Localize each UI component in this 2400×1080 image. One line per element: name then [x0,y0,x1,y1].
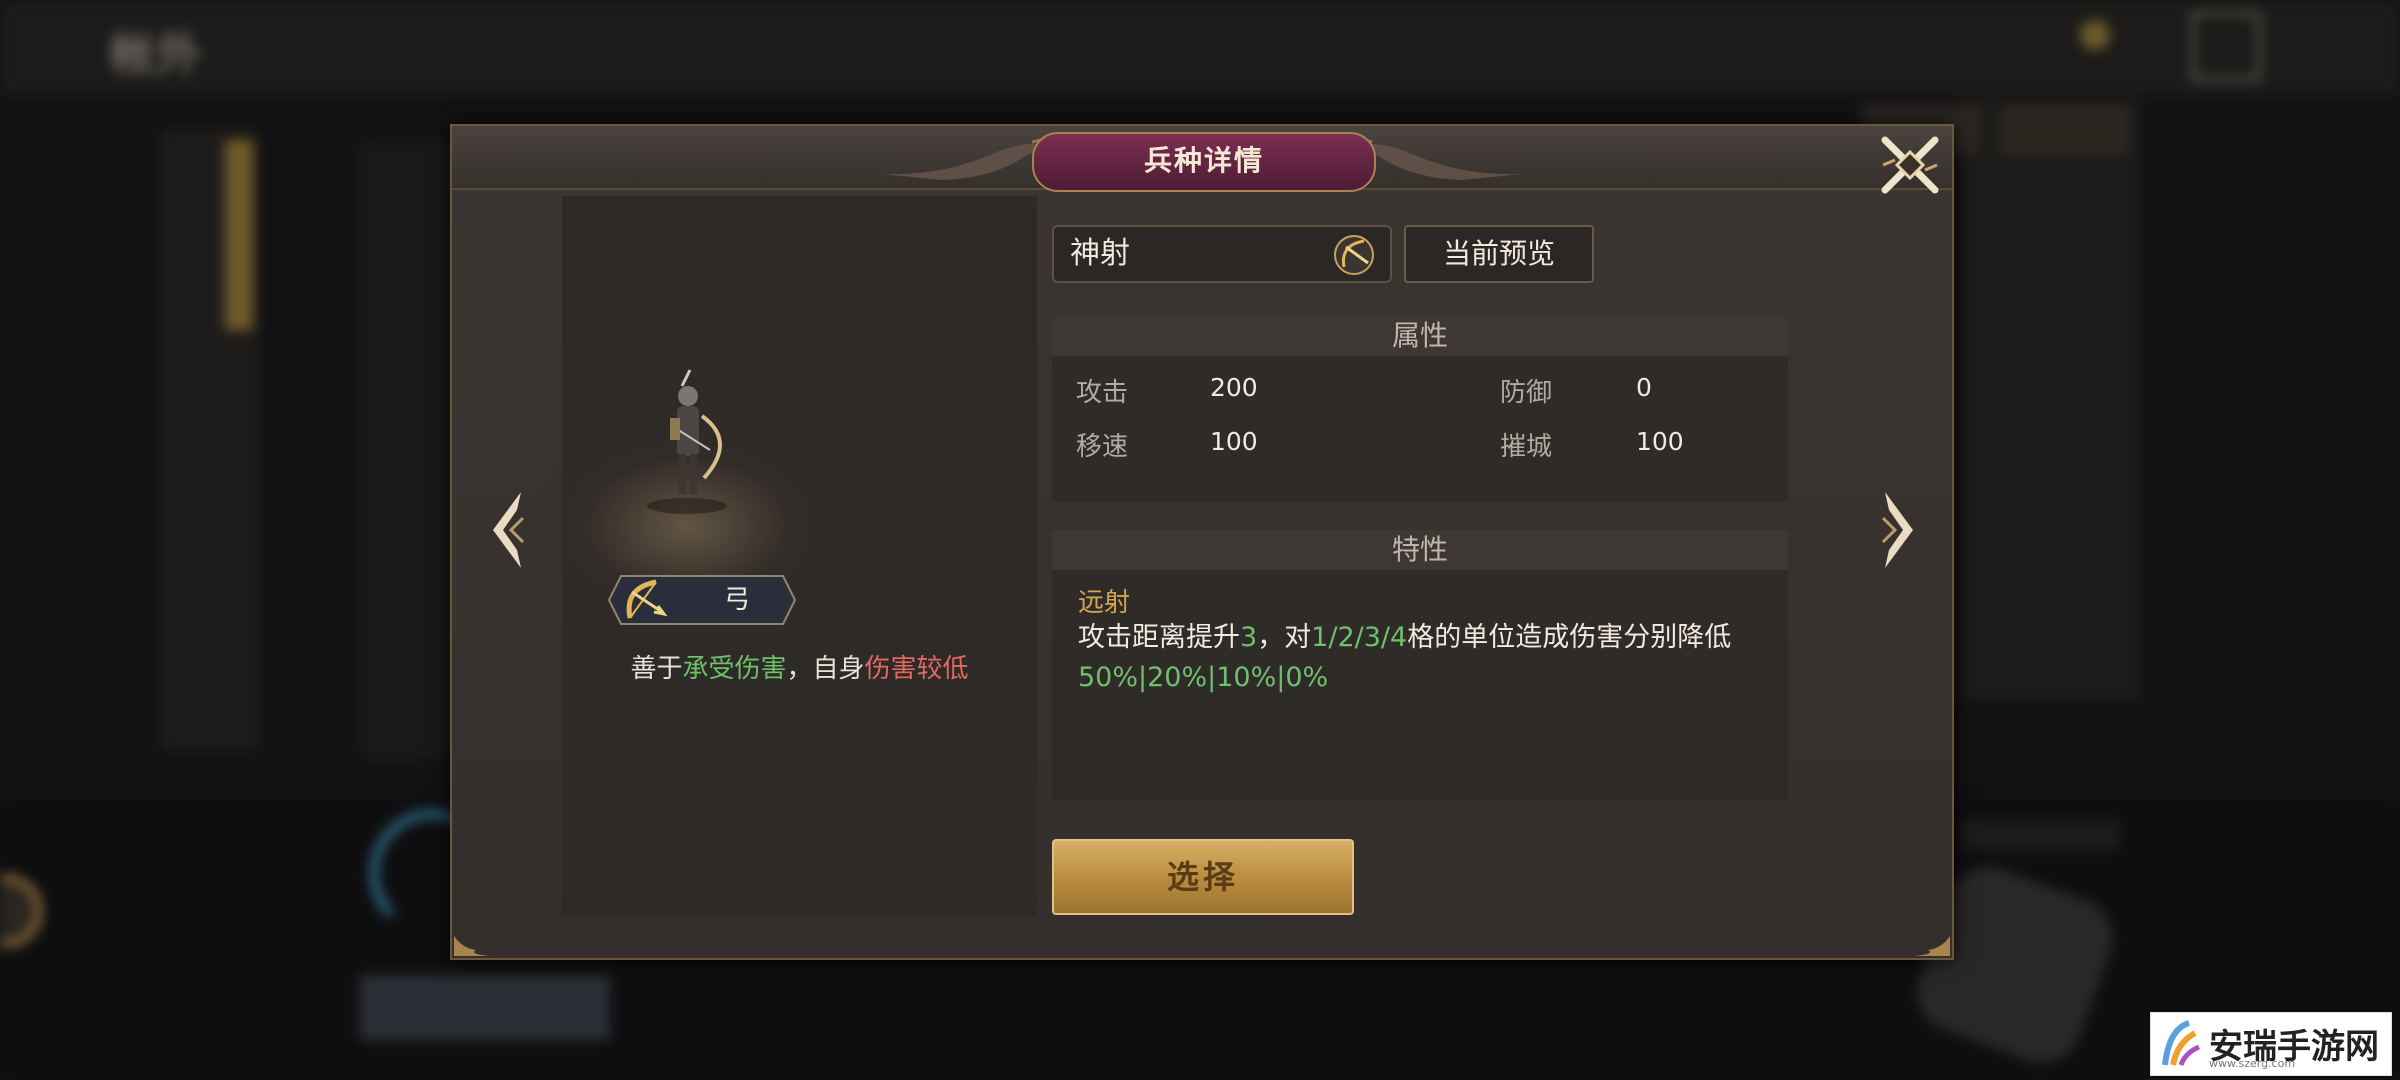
bow-icon [1334,235,1374,275]
watermark-logo [2162,1020,2201,1066]
trait-name: 远射 [1078,588,1131,618]
stat-value: 100 [1636,427,1684,456]
bg-button [360,975,610,1040]
close-icon[interactable] [1875,130,1945,200]
stat-value: 0 [1636,373,1652,402]
bg-tag [1960,820,2120,850]
stat-label: 移速 [1076,432,1129,462]
desc-prefix: 善于 [630,654,683,684]
bg-title: 帐外 [110,27,202,81]
trait-reduction-values: 50%|20%|10%|0% [1078,662,1329,693]
watermark: 安瑞手游网 www.szerg.com [2150,1012,2392,1076]
current-preview-button[interactable]: 当前预览 [1404,225,1594,283]
bg-top-bar [0,0,2400,95]
trait-desc-text: 攻击距离提升 [1078,622,1240,653]
unit-name-box: 神射 [1052,225,1392,283]
desc-middle: ，自身 [786,654,865,684]
bg-pill [2000,105,2130,155]
modal-title: 兵种详情 [1032,132,1376,192]
desc-strength: 承受伤害 [682,654,787,684]
trait-desc-text: 格的单位造成伤害分别降低 [1407,622,1732,653]
bg-right-panel [1960,100,2140,700]
trait-desc-text: ，对 [1257,622,1312,653]
unit-name: 神射 [1070,236,1130,271]
desc-weakness: 伤害较低 [864,654,969,684]
corner-ornament [454,936,490,956]
bow-icon [626,579,668,619]
attributes-heading: 属性 [1052,316,1788,356]
traits-heading: 特性 [1052,530,1788,570]
bg-close-icon [2190,10,2262,82]
stat-value: 200 [1210,373,1258,402]
bg-coin-icon [2080,20,2110,50]
unit-details-modal: 兵种详情 弓 善于承受伤害，自身伤害较低 神射 当前预览 属性 攻击 200 防… [450,124,1954,960]
stat-value: 100 [1210,427,1258,456]
arrow-left-icon[interactable] [487,488,527,572]
trait-range-value: 3 [1240,622,1258,653]
unit-type-label: 弓 [723,585,750,615]
trait-description: 攻击距离提升3，对1/2/3/4格的单位造成伤害分别降低 50%|20%|10%… [1078,618,1778,698]
stat-label: 防御 [1500,378,1553,408]
traits-section: 特性 远射 攻击距离提升3，对1/2/3/4格的单位造成伤害分别降低 50%|2… [1052,530,1788,800]
watermark-url: www.szerg.com [2209,1057,2296,1070]
trait-grid-values: 1/2/3/4 [1311,622,1408,653]
bg-left-strip [225,140,253,330]
stat-label: 摧城 [1500,432,1553,462]
stat-label: 攻击 [1076,378,1129,408]
modal-header: 兵种详情 [452,126,1952,192]
select-button[interactable]: 选择 [1052,839,1354,915]
archer-unit-image [647,369,727,514]
attributes-section: 属性 攻击 200 防御 0 移速 100 摧城 100 [1052,316,1788,502]
unit-description: 善于承受伤害，自身伤害较低 [562,648,1037,685]
arrow-right-icon[interactable] [1879,488,1919,572]
corner-ornament [1914,936,1950,956]
